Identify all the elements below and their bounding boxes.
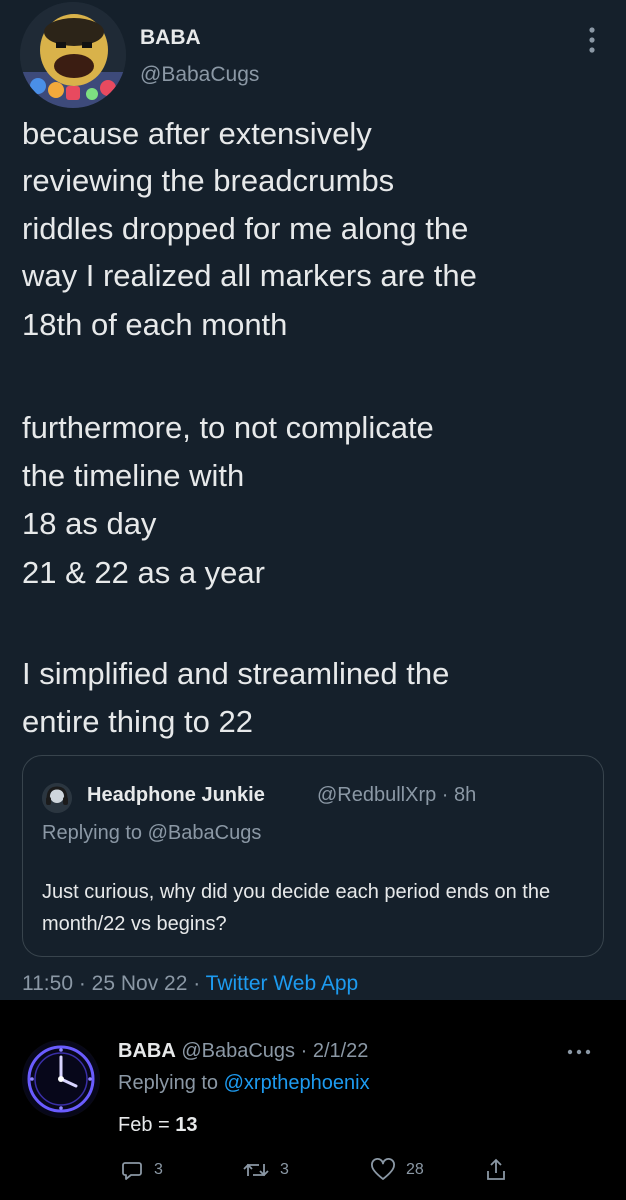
tweet-line: reviewing the breadcrumbs [22, 163, 395, 198]
tweet-line: the timeline with [22, 458, 245, 493]
quoted-tweet[interactable]: Headphone Junkie @RedbullXrp · 8h Replyi… [22, 755, 604, 957]
share-icon [484, 1157, 508, 1183]
retweet-count: 3 [280, 1161, 289, 1178]
tweet-line: riddles dropped for me along the [22, 211, 469, 246]
like-icon [370, 1158, 396, 1182]
source-app-link[interactable]: Twitter Web App [206, 972, 359, 995]
replying-label: Replying to [118, 1072, 219, 1094]
avatar[interactable] [20, 2, 126, 108]
tweet-line: way I realized all markers are the [22, 258, 477, 293]
timestamp-text[interactable]: 11:50 · 25 Nov 22 · [22, 972, 206, 995]
reply-author-name[interactable]: BABA [118, 1040, 176, 1062]
tweet-line: furthermore, to not complicate [22, 410, 434, 445]
more-vertical-icon[interactable] [582, 24, 602, 56]
tweet-line: 18th of each month [22, 307, 288, 342]
author-name[interactable]: BABA [140, 26, 201, 50]
reply-text: Feb = 13 [118, 1114, 198, 1137]
retweet-action[interactable]: 3 [242, 1157, 289, 1183]
tweet-line: I simplified and streamlined the [22, 656, 450, 691]
replying-handle-link[interactable]: @BabaCugs [148, 822, 262, 844]
reply-header: BABA @BabaCugs · 2/1/22 [118, 1040, 368, 1063]
more-horizontal-icon[interactable] [566, 1044, 592, 1055]
quoted-replying-to: Replying to @BabaCugs [42, 822, 261, 845]
author-handle[interactable]: @BabaCugs [140, 63, 259, 87]
reply-tweet[interactable]: BABA @BabaCugs · 2/1/22 Replying to @xrp… [0, 1010, 626, 1200]
reply-text-prefix: Feb = [118, 1114, 176, 1136]
tweet-line: 18 as day [22, 506, 157, 541]
tweet-line: because after extensively [22, 116, 372, 151]
reply-text-number: 13 [175, 1114, 198, 1136]
retweet-icon [242, 1158, 270, 1182]
reply-icon [120, 1158, 144, 1182]
like-action[interactable]: 28 [370, 1157, 424, 1183]
main-tweet: BABA @BabaCugs because after extensively… [0, 0, 626, 1000]
replying-label: Replying to [42, 822, 143, 844]
quoted-handle-time[interactable]: @RedbullXrp · 8h [317, 784, 476, 807]
quoted-avatar[interactable] [42, 783, 72, 813]
clock-avatar[interactable] [22, 1040, 100, 1118]
reply-count: 3 [154, 1161, 163, 1178]
replying-handle-link[interactable]: @xrpthephoenix [224, 1072, 370, 1094]
share-action[interactable] [484, 1157, 508, 1183]
like-count: 28 [406, 1161, 424, 1178]
reply-handle-date[interactable]: @BabaCugs · 2/1/22 [181, 1040, 368, 1062]
tweet-line: entire thing to 22 [22, 704, 253, 739]
tweet-line: 21 & 22 as a year [22, 555, 265, 590]
reply-action[interactable]: 3 [120, 1157, 163, 1183]
reply-replying-to: Replying to @xrpthephoenix [118, 1072, 370, 1095]
quoted-text: Just curious, why did you decide each pe… [42, 881, 551, 935]
quoted-author-name[interactable]: Headphone Junkie [87, 784, 265, 807]
tweet-timestamp: 11:50 · 25 Nov 22 · Twitter Web App [22, 972, 358, 996]
